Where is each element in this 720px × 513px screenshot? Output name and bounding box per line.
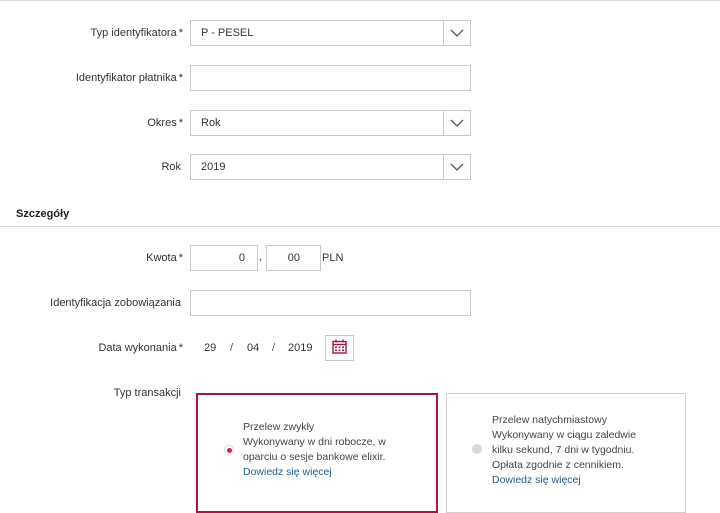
year-value: 2019 (201, 161, 226, 173)
amount-whole-input[interactable]: 0 (190, 245, 258, 271)
option-desc-line: oparciu o sesje bankowe elixir. (243, 451, 386, 463)
id-type-label: Typ identyfikatora * (90, 27, 184, 39)
radio-selected-icon[interactable] (224, 445, 234, 455)
payer-id-label: Identyfikator płatnika * (75, 72, 183, 84)
option-title: Przelew zwykły (243, 421, 315, 433)
option-desc-line: Wykonywany w dni robocze, w (243, 436, 386, 448)
transaction-type-label: Typ transakcji (113, 387, 181, 399)
details-divider (0, 226, 720, 227)
amount-cents-input[interactable]: 00 (266, 245, 321, 271)
date-month[interactable]: 04 (247, 336, 259, 360)
payer-id-input[interactable] (190, 65, 471, 91)
option-title: Przelew natychmiastowy (492, 414, 607, 426)
transaction-option-instant[interactable]: Przelew natychmiastowy Wykonywany w ciąg… (446, 393, 686, 513)
transaction-option-standard[interactable]: Przelew zwykły Wykonywany w dni robocze,… (196, 393, 438, 513)
id-type-select[interactable]: P - PESEL (190, 20, 471, 46)
obligation-label: Identyfikacja zobowiązania (50, 297, 181, 309)
year-select[interactable]: 2019 (190, 154, 471, 180)
radio-disabled-icon[interactable] (472, 444, 482, 454)
date-label: Data wykonania * (98, 342, 183, 354)
year-label: Rok (161, 161, 181, 173)
option-desc-line: Wykonywany w ciągu zaledwie (492, 429, 637, 441)
period-select[interactable]: Rok (190, 110, 471, 136)
option-desc-line: kilku sekund, 7 dni w tygodniu. (492, 444, 635, 456)
date-day[interactable]: 29 (204, 336, 216, 360)
top-divider (0, 0, 720, 1)
currency-label: PLN (322, 252, 344, 264)
chevron-down-icon[interactable] (443, 111, 470, 135)
calendar-icon (332, 339, 347, 357)
learn-more-link[interactable]: Dowiedz się więcej (243, 465, 433, 480)
obligation-input[interactable] (190, 290, 471, 316)
calendar-button[interactable] (325, 335, 354, 361)
id-type-value: P - PESEL (201, 27, 254, 39)
learn-more-link[interactable]: Dowiedz się więcej (492, 473, 682, 488)
chevron-down-icon[interactable] (443, 155, 470, 179)
date-input[interactable]: 29 / 04 / 2019 (190, 335, 328, 361)
period-value: Rok (201, 117, 221, 129)
details-section-title: Szczegóły (16, 208, 70, 220)
date-year[interactable]: 2019 (288, 336, 312, 360)
period-label: Okres * (147, 117, 183, 129)
option-desc-line: Opłata zgodnie z cennikiem. (492, 459, 624, 471)
amount-separator: , (259, 251, 263, 263)
amount-label: Kwota * (146, 252, 183, 264)
chevron-down-icon[interactable] (443, 21, 470, 45)
